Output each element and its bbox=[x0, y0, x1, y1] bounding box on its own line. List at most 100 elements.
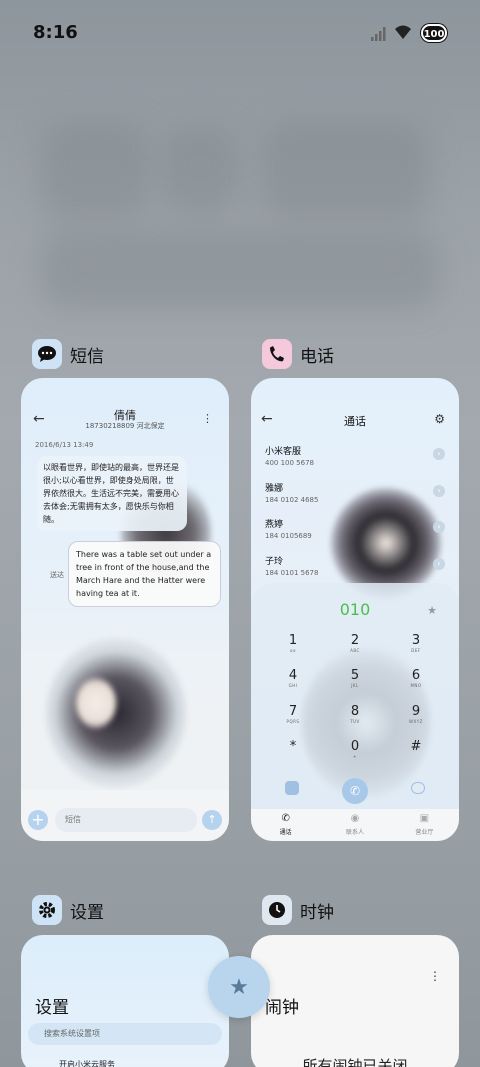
app-name-sms: 短信 bbox=[70, 346, 104, 367]
app-header-phone[interactable]: 电话 bbox=[262, 339, 334, 369]
sms-date: 2016/6/13 13:49 bbox=[35, 441, 94, 449]
settings-app-card[interactable]: 设置 搜索系统设置项 开启小米云服务 bbox=[21, 935, 229, 1067]
tab-service-hall[interactable]: ▣ 营业厅 bbox=[390, 809, 459, 841]
dial-key-digit: # bbox=[410, 739, 422, 754]
dial-key-digit: 0 bbox=[350, 739, 360, 754]
send-button[interactable]: ↑ bbox=[202, 810, 222, 830]
store-icon: ▣ bbox=[419, 813, 430, 824]
sms-compose-bar: + 短信 ↑ bbox=[21, 790, 229, 841]
app-header-clock[interactable]: 时钟 bbox=[262, 895, 334, 925]
more-vert-icon[interactable]: ⋮ bbox=[429, 969, 441, 983]
dial-key-letters: DEF bbox=[411, 648, 421, 653]
background-blur bbox=[40, 120, 150, 220]
phone-icon: ✆ bbox=[281, 813, 290, 824]
contact-row[interactable]: 小米客服 400 100 5678 › bbox=[265, 444, 445, 467]
delivered-label: 送达 bbox=[50, 571, 64, 579]
dialpad: 010 ★ 1 oo 2 ABC 3 DEF 4 GHI 5 JKL 6 MNO 7 PQRS… bbox=[251, 583, 459, 809]
sms-app-card[interactable]: ← 倩倩 18730218809 河北保定 ⋮ 2016/6/13 13:49 … bbox=[21, 378, 229, 841]
contact-name: 小米客服 bbox=[265, 447, 302, 457]
dial-key-digit: 8 bbox=[350, 704, 360, 719]
add-attachment-button[interactable]: + bbox=[28, 810, 48, 830]
settings-row-cloud[interactable]: 开启小米云服务 bbox=[59, 1059, 115, 1067]
battery-icon: 100 bbox=[421, 24, 447, 42]
signal-icon bbox=[371, 27, 386, 41]
phone-app-card[interactable]: ← 通话 ⚙ 小米客服 400 100 5678 › 雅娜 184 0102 4… bbox=[251, 378, 459, 841]
contact-number: 400 100 5678 bbox=[265, 459, 314, 467]
dial-key-letters: ABC bbox=[350, 648, 360, 653]
background-blur bbox=[160, 125, 240, 215]
dial-key[interactable]: 3 DEF bbox=[396, 633, 436, 653]
wallpaper-face bbox=[76, 678, 116, 728]
dial-key-digit: 2 bbox=[350, 633, 360, 648]
contact-row[interactable]: 燕婷 184 0105689 › bbox=[265, 517, 445, 540]
dial-key[interactable]: 7 PQRS bbox=[273, 704, 313, 724]
gear-icon[interactable]: ⚙ bbox=[434, 412, 445, 426]
tab-contacts[interactable]: ◉ 联系人 bbox=[320, 809, 389, 841]
dial-key-digit: * bbox=[289, 739, 297, 754]
clock-app-card[interactable]: ⋮ 闹钟 所有闹钟已关闭 bbox=[251, 935, 459, 1067]
message-bubble-incoming[interactable]: 以眼看世界，即使站的最高，世界还是很小;以心看世界，即使身处局限，世界依然很大。… bbox=[37, 456, 187, 531]
wallpaper-photo bbox=[46, 638, 186, 788]
tab-label: 通话 bbox=[279, 829, 292, 836]
more-vert-icon[interactable]: ⋮ bbox=[202, 412, 213, 425]
chevron-right-icon: › bbox=[433, 521, 445, 533]
dial-key[interactable]: 4 GHI bbox=[273, 668, 313, 688]
app-header-sms[interactable]: 短信 bbox=[32, 339, 104, 369]
dial-key-digit: 4 bbox=[288, 668, 298, 683]
dialpad-hide-icon[interactable] bbox=[411, 782, 425, 794]
star-float-button[interactable]: ★ bbox=[208, 956, 270, 1018]
contact-number: 184 0102 4685 bbox=[265, 496, 319, 504]
dial-key-digit: 7 bbox=[288, 704, 298, 719]
app-name-settings: 设置 bbox=[70, 902, 104, 923]
dial-key[interactable]: * bbox=[273, 739, 313, 754]
dial-key-digit: 5 bbox=[350, 668, 360, 683]
sms-input[interactable]: 短信 bbox=[55, 808, 197, 832]
settings-title: 设置 bbox=[35, 998, 69, 1018]
settings-search-input[interactable]: 搜索系统设置项 bbox=[28, 1023, 222, 1045]
app-header-settings[interactable]: 设置 bbox=[32, 895, 104, 925]
dial-key[interactable]: # bbox=[396, 739, 436, 754]
phone-title: 通话 bbox=[344, 415, 366, 428]
dial-key[interactable]: 0 + bbox=[335, 739, 375, 759]
tab-label: 联系人 bbox=[345, 829, 364, 836]
dial-key-digit: 6 bbox=[411, 668, 421, 683]
dial-key-letters: JKL bbox=[351, 683, 359, 688]
dial-key-letters: PQRS bbox=[286, 719, 300, 724]
wallpaper-photo bbox=[331, 488, 441, 598]
contact-name: 子玲 bbox=[265, 557, 284, 567]
app-name-clock: 时钟 bbox=[300, 902, 334, 923]
contact-name: 雅娜 bbox=[265, 484, 284, 494]
favorite-star-icon[interactable]: ★ bbox=[427, 604, 437, 617]
dial-key-letters: MNO bbox=[410, 683, 422, 688]
tab-calls[interactable]: ✆ 通话 bbox=[251, 809, 320, 841]
contact-name: 燕婷 bbox=[265, 520, 284, 530]
dial-key-letters: oo bbox=[290, 648, 296, 653]
status-bar: 8:16 100 bbox=[0, 0, 480, 64]
chevron-right-icon: › bbox=[433, 448, 445, 460]
settings-app-icon bbox=[32, 895, 62, 925]
tab-label: 营业厅 bbox=[415, 829, 434, 836]
contact-row[interactable]: 雅娜 184 0102 4685 › bbox=[265, 481, 445, 504]
phone-tab-bar: ✆ 通话 ◉ 联系人 ▣ 营业厅 bbox=[251, 809, 459, 841]
dial-key[interactable]: 1 oo bbox=[273, 633, 313, 653]
call-button[interactable]: ✆ bbox=[342, 778, 368, 804]
dial-key-letters: GHI bbox=[288, 683, 298, 688]
dial-key[interactable]: 9 WXYZ bbox=[396, 704, 436, 724]
dial-key[interactable]: 2 ABC bbox=[335, 633, 375, 653]
wifi-icon bbox=[395, 25, 411, 39]
phone-app-icon bbox=[262, 339, 292, 369]
sms-contact-sub: 18730218809 河北保定 bbox=[85, 422, 165, 430]
contact-row[interactable]: 子玲 184 0101 5678 › bbox=[265, 554, 445, 577]
status-time: 8:16 bbox=[33, 22, 78, 43]
dial-key[interactable]: 5 JKL bbox=[335, 668, 375, 688]
dial-key-digit: 3 bbox=[411, 633, 421, 648]
dial-key[interactable]: 6 MNO bbox=[396, 668, 436, 688]
dialpad-collapse-icon[interactable] bbox=[285, 781, 299, 795]
app-name-phone: 电话 bbox=[300, 346, 334, 367]
message-bubble-outgoing[interactable]: There was a table set out under a tree i… bbox=[68, 541, 221, 607]
dial-key-digit: 9 bbox=[411, 704, 421, 719]
dial-key[interactable]: 8 TUV bbox=[335, 704, 375, 724]
contact-number: 184 0101 5678 bbox=[265, 569, 319, 577]
chevron-right-icon: › bbox=[433, 558, 445, 570]
clock-empty-text: 所有闹钟已关闭 bbox=[302, 1057, 408, 1067]
